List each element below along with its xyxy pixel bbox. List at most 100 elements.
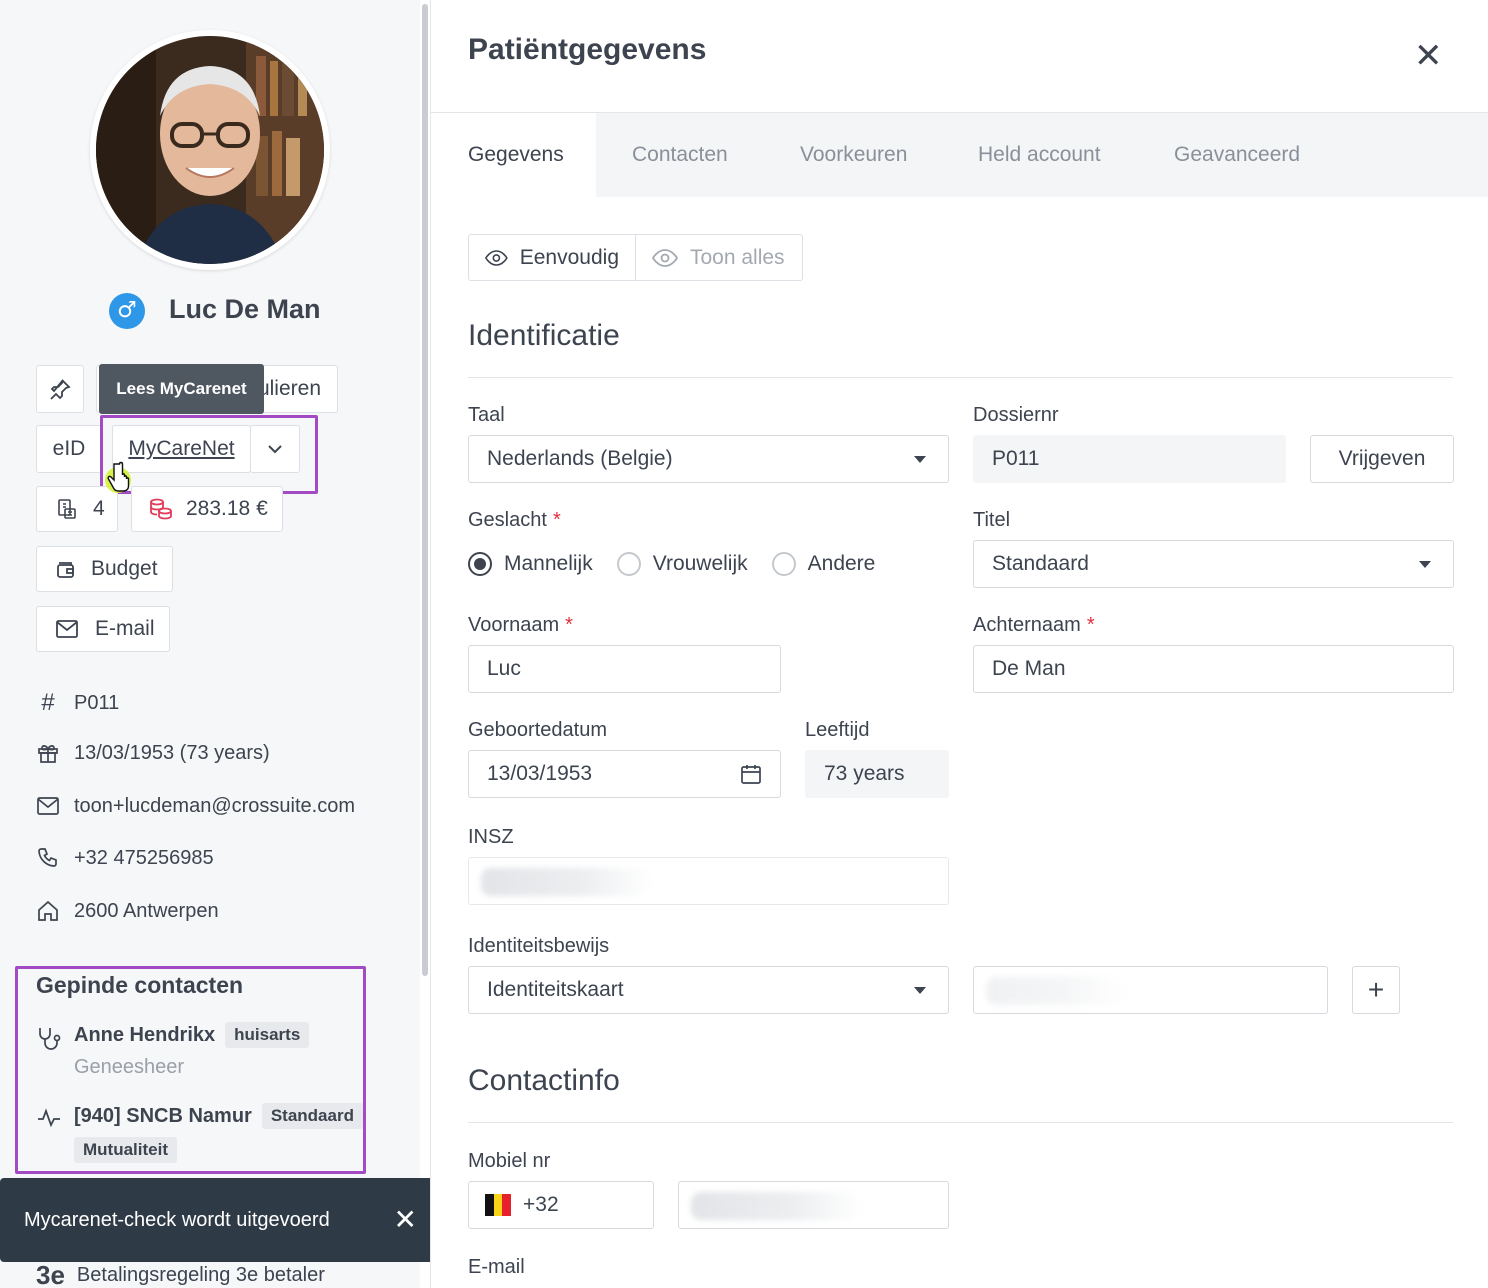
contact-type-tag: Mutualiteit — [74, 1137, 177, 1163]
info-patient-id: # P011 — [36, 689, 119, 717]
section-divider — [468, 1122, 1453, 1123]
eye-icon — [652, 248, 678, 267]
leeftijd-field: 73 years — [805, 750, 949, 798]
add-id-button[interactable]: + — [1352, 966, 1400, 1014]
info-address: 2600 Antwerpen — [36, 899, 219, 923]
redacted-value — [691, 1192, 861, 1220]
geboortedatum-label: Geboortedatum — [468, 719, 607, 741]
geslacht-radio-group: Mannelijk Vrouwelijk Andere — [468, 552, 899, 576]
eid-label: eID — [52, 437, 86, 460]
taal-select[interactable]: Nederlands (Belgie) — [468, 435, 949, 483]
radio-mannelijk[interactable]: Mannelijk — [468, 552, 593, 576]
info-phone: +32 475256985 — [36, 846, 214, 870]
info-birthdate: 13/03/1953 (73 years) — [36, 741, 270, 765]
birthdate: 13/03/1953 (73 years) — [74, 741, 270, 764]
section-divider — [468, 377, 1453, 378]
voornaam-input[interactable]: Luc — [468, 645, 781, 693]
view-simple-label: Eenvoudig — [519, 245, 619, 269]
phone-number[interactable]: +32 475256985 — [74, 847, 214, 870]
required-mark: * — [552, 509, 561, 531]
plus-icon: + — [1367, 974, 1385, 1005]
pin-button[interactable] — [36, 365, 84, 413]
taal-value: Nederlands (Belgie) — [487, 447, 673, 470]
pin-icon — [50, 379, 71, 400]
dossier-field: P011 — [973, 435, 1286, 483]
titel-select[interactable]: Standaard — [973, 540, 1454, 588]
payment-arrangement-row: 3e Betalingsregeling 3e betaler — [36, 1260, 325, 1288]
achternaam-value: De Man — [992, 657, 1066, 680]
gift-icon — [38, 745, 58, 763]
email-address[interactable]: toon+lucdeman@crossuite.com — [74, 795, 355, 818]
insz-input[interactable] — [468, 857, 949, 905]
vrijgeven-button[interactable]: Vrijgeven — [1310, 435, 1454, 483]
tab-held-account[interactable]: Held account — [978, 113, 1101, 197]
insz-label: INSZ — [468, 826, 514, 848]
radio-unchecked-icon — [771, 552, 796, 576]
voornaam-label: Voornaam * — [468, 614, 573, 637]
radio-unchecked-icon — [616, 552, 641, 576]
email-button[interactable]: E-mail — [36, 606, 170, 652]
view-all-button[interactable]: Toon alles — [635, 234, 803, 281]
pinned-contact-mutuality[interactable]: [940] SNCB Namur Standaard Mutualiteit — [36, 1103, 363, 1163]
radio-label: Andere — [807, 552, 876, 575]
phone-icon — [38, 848, 57, 867]
address: 2600 Antwerpen — [74, 899, 219, 922]
third-payer-icon: 3e — [36, 1260, 65, 1288]
radio-andere[interactable]: Andere — [771, 552, 876, 576]
achternaam-input[interactable]: De Man — [973, 645, 1454, 693]
tab-voorkeuren[interactable]: Voorkeuren — [800, 113, 907, 197]
section-contactinfo: Contactinfo — [468, 1064, 620, 1097]
dossier-value: P011 — [992, 447, 1040, 470]
radio-label: Vrouwelijk — [652, 552, 748, 575]
balance-button[interactable]: 283.18 € — [131, 486, 283, 532]
toast-message: Mycarenet-check wordt uitgevoerd — [24, 1208, 330, 1231]
formulieren-label: ulieren — [257, 377, 321, 400]
geslacht-label-text: Geslacht — [468, 509, 547, 531]
mail-icon — [37, 797, 59, 815]
dropdown-caret-icon — [914, 987, 926, 994]
mobiel-input[interactable] — [678, 1181, 949, 1229]
male-gender-icon: ♂ — [109, 293, 145, 329]
radio-checked-icon — [468, 552, 492, 576]
patient-avatar — [90, 30, 330, 270]
belgium-flag-icon — [485, 1194, 512, 1216]
phone-country-select[interactable]: +32 — [468, 1181, 654, 1229]
geboortedatum-input[interactable]: 13/03/1953 — [468, 750, 781, 798]
wallet-icon — [57, 562, 74, 578]
home-icon — [38, 900, 58, 921]
radio-vrouwelijk[interactable]: Vrouwelijk — [616, 552, 748, 576]
taal-label: Taal — [468, 404, 505, 426]
identiteitsbewijs-select[interactable]: Identiteitskaart — [468, 966, 949, 1014]
documents-count: 4 — [93, 497, 105, 520]
tab-contacten[interactable]: Contacten — [632, 113, 728, 197]
patient-sidebar: ♂ Luc De Man ulieren eID MyCareNet Lees … — [0, 0, 420, 1288]
achternaam-label-text: Achternaam — [973, 614, 1081, 636]
calendar-icon[interactable] — [740, 763, 762, 785]
eid-button[interactable]: eID — [36, 425, 102, 473]
mycarenet-tooltip: Lees MyCarenet — [99, 364, 264, 414]
tab-gegevens[interactable]: Gegevens — [431, 113, 596, 197]
redacted-value — [986, 977, 1126, 1005]
required-mark: * — [565, 614, 573, 636]
budget-label: Budget — [91, 557, 158, 580]
view-simple-button[interactable]: Eenvoudig — [468, 234, 636, 281]
mobiel-label: Mobiel nr — [468, 1150, 551, 1172]
close-icon[interactable]: ✕ — [394, 1206, 417, 1234]
balance-amount: 283.18 € — [186, 497, 268, 520]
patient-id: P011 — [74, 691, 120, 714]
hash-icon: # — [41, 689, 55, 716]
identiteitsbewijs-number-input[interactable] — [973, 966, 1328, 1014]
close-icon[interactable]: ✕ — [1414, 36, 1443, 76]
pinned-contact-name: [940] SNCB Namur — [74, 1104, 252, 1127]
redacted-value — [481, 868, 651, 896]
payment-arrangement-label: Betalingsregeling 3e betaler — [76, 1264, 325, 1286]
sidebar-scrollbar[interactable] — [422, 4, 428, 976]
tab-geavanceerd[interactable]: Geavanceerd — [1174, 113, 1300, 197]
stethoscope-icon — [39, 1028, 61, 1050]
email-label: E-mail — [95, 617, 155, 640]
geslacht-label: Geslacht * — [468, 509, 561, 532]
pinned-contact-gp[interactable]: Anne Hendrikx huisarts Geneesheer — [36, 1022, 310, 1079]
budget-button[interactable]: Budget — [36, 546, 173, 592]
mail-icon — [56, 620, 78, 638]
document-stack-icon — [58, 499, 76, 519]
